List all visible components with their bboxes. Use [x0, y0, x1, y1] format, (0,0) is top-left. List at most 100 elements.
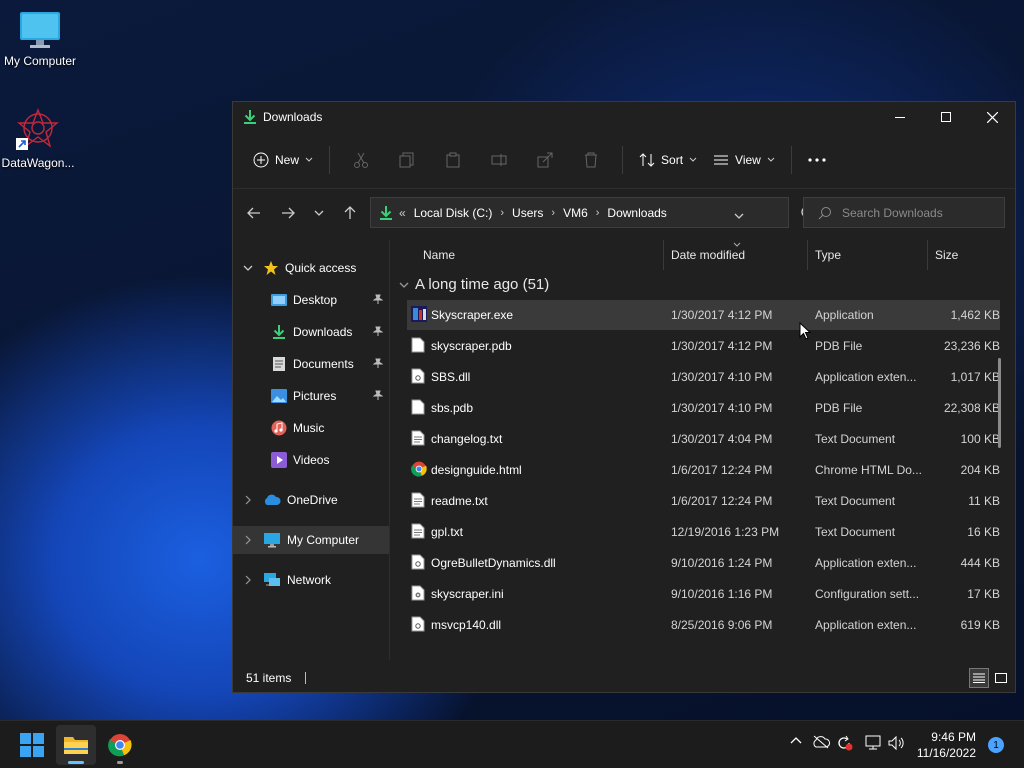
new-button[interactable]: New	[245, 143, 321, 177]
breadcrumb-local-disk[interactable]: Local Disk (C:)	[414, 206, 493, 220]
file-name: skyscraper.pdb	[431, 339, 512, 353]
start-button[interactable]	[12, 725, 52, 765]
file-size: 22,308 KB	[943, 401, 1000, 415]
maximize-button[interactable]	[923, 102, 969, 132]
rename-icon	[491, 154, 507, 166]
breadcrumb-users[interactable]: Users	[512, 206, 543, 220]
desktop-icon-my-computer[interactable]: My Computer	[0, 10, 80, 68]
file-name: msvcp140.dll	[431, 618, 502, 632]
file-date: 8/25/2016 9:06 PM	[671, 618, 773, 632]
chevron-right-icon	[245, 575, 251, 585]
videos-icon	[271, 452, 287, 468]
breadcrumb-vm6[interactable]: VM6	[563, 206, 588, 220]
file-row[interactable]: OgreBulletDynamics.dll 9/10/2016 1:24 PM A…	[407, 548, 1000, 578]
sort-button[interactable]: Sort	[631, 143, 705, 177]
scrollbar[interactable]	[998, 358, 1001, 448]
file-icon	[411, 337, 425, 353]
paste-button[interactable]	[430, 143, 476, 177]
file-row[interactable]: Skyscraper.exe 1/30/2017 4:12 PM Applicati…	[407, 300, 1000, 330]
minimize-button[interactable]	[877, 102, 923, 132]
desktop-icon-datawagon[interactable]: DataWagon...	[0, 106, 78, 170]
taskbar-chrome[interactable]	[100, 725, 140, 765]
show-hidden-icons-button[interactable]	[790, 735, 802, 747]
file-row[interactable]: designguide.html 1/6/2017 12:24 PM Chrome …	[407, 455, 1000, 485]
nav-label: OneDrive	[287, 493, 338, 507]
file-type: Configuration sett...	[815, 587, 920, 601]
file-size: 23,236 KB	[943, 339, 1000, 353]
address-bar[interactable]: « Local Disk (C:) › Users › VM6 › Downloads	[370, 197, 813, 228]
column-label: Size	[935, 248, 959, 262]
star-icon	[264, 261, 278, 275]
sync-error-icon[interactable]	[836, 735, 854, 751]
copy-icon	[399, 152, 414, 168]
volume-icon[interactable]	[888, 735, 906, 751]
file-row[interactable]: sbs.pdb 1/30/2017 4:10 PM PDB File 22,308 K…	[407, 393, 1000, 423]
file-row[interactable]: msvcp140.dll 8/25/2016 9:06 PM Application…	[407, 610, 1000, 640]
desktop-icon-label: DataWagon...	[1, 156, 75, 170]
monitor-icon	[264, 533, 280, 548]
network-status-icon[interactable]	[864, 735, 882, 751]
network-icon	[264, 573, 280, 586]
breadcrumb-overflow[interactable]: «	[399, 206, 406, 220]
more-options-button[interactable]	[800, 143, 834, 177]
music-icon	[271, 420, 287, 436]
rename-button[interactable]	[476, 143, 522, 177]
file-name: Skyscraper.exe	[431, 308, 514, 322]
file-row[interactable]: gpl.txt 12/19/2016 1:23 PM Text Document 16…	[407, 517, 1000, 547]
nav-my-computer[interactable]: My Computer	[233, 526, 389, 554]
column-label: Type	[815, 248, 842, 262]
nav-item-videos[interactable]: Videos	[233, 446, 389, 474]
column-label: Date modified	[671, 248, 746, 262]
nav-network[interactable]: Network	[233, 566, 389, 594]
column-header-size[interactable]: Size	[935, 240, 995, 270]
close-button[interactable]	[969, 102, 1015, 132]
view-button[interactable]: View	[705, 143, 783, 177]
file-row[interactable]: changelog.txt 1/30/2017 4:04 PM Text Docum…	[407, 424, 1000, 454]
nav-item-documents[interactable]: Documents	[233, 350, 389, 378]
group-header[interactable]: A long time ago (51)	[399, 276, 549, 293]
recent-locations-button[interactable]	[305, 196, 333, 230]
chevron-down-icon	[314, 210, 324, 216]
forward-button[interactable]	[271, 196, 305, 230]
breadcrumb-downloads[interactable]: Downloads	[607, 206, 666, 220]
notification-badge[interactable]: 1	[988, 737, 1004, 753]
nav-item-pictures[interactable]: Pictures	[233, 382, 389, 410]
nav-quick-access[interactable]: Quick access	[233, 254, 389, 282]
trash-icon	[585, 152, 598, 168]
mouse-cursor-icon	[799, 322, 811, 340]
chevron-down-icon	[734, 213, 744, 219]
delete-button[interactable]	[568, 143, 614, 177]
back-button[interactable]	[237, 196, 271, 230]
file-row[interactable]: skyscraper.ini 9/10/2016 1:16 PM Configura…	[407, 579, 1000, 609]
file-row[interactable]: readme.txt 1/6/2017 12:24 PM Text Document…	[407, 486, 1000, 516]
thumbnail-view-button[interactable]	[991, 668, 1011, 688]
pin-icon	[373, 390, 383, 400]
share-button[interactable]	[522, 143, 568, 177]
copy-button[interactable]	[384, 143, 430, 177]
file-type: Text Document	[815, 525, 896, 539]
nav-item-desktop[interactable]: Desktop	[233, 286, 389, 314]
file-row[interactable]: skyscraper.pdb 1/30/2017 4:12 PM PDB File 2…	[407, 331, 1000, 361]
onedrive-offline-icon[interactable]	[812, 735, 830, 749]
nav-item-downloads[interactable]: Downloads	[233, 318, 389, 346]
nav-item-music[interactable]: Music	[233, 414, 389, 442]
up-button[interactable]	[333, 196, 367, 230]
column-header-date[interactable]: Date modified	[671, 240, 805, 270]
sort-label: Sort	[661, 153, 684, 167]
column-header-type[interactable]: Type	[815, 240, 927, 270]
file-row[interactable]: SBS.dll 1/30/2017 4:10 PM Application exte…	[407, 362, 1000, 392]
group-label: A long time ago (51)	[415, 276, 550, 293]
column-header-name[interactable]: Name	[423, 240, 663, 270]
taskbar-file-explorer[interactable]	[56, 725, 96, 765]
title-bar[interactable]: Downloads	[233, 102, 1015, 132]
nav-onedrive[interactable]: OneDrive	[233, 486, 389, 514]
download-icon	[243, 109, 257, 125]
file-date: 1/6/2017 12:24 PM	[671, 463, 773, 477]
details-view-button[interactable]	[969, 668, 989, 688]
search-input[interactable]: Search Downloads	[803, 197, 1005, 228]
file-type: PDB File	[815, 339, 863, 353]
clock[interactable]: 9:46 PM 11/16/2022	[917, 729, 976, 761]
address-dropdown-button[interactable]	[734, 208, 744, 222]
window-title: Downloads	[263, 110, 323, 124]
cut-button[interactable]	[338, 143, 384, 177]
